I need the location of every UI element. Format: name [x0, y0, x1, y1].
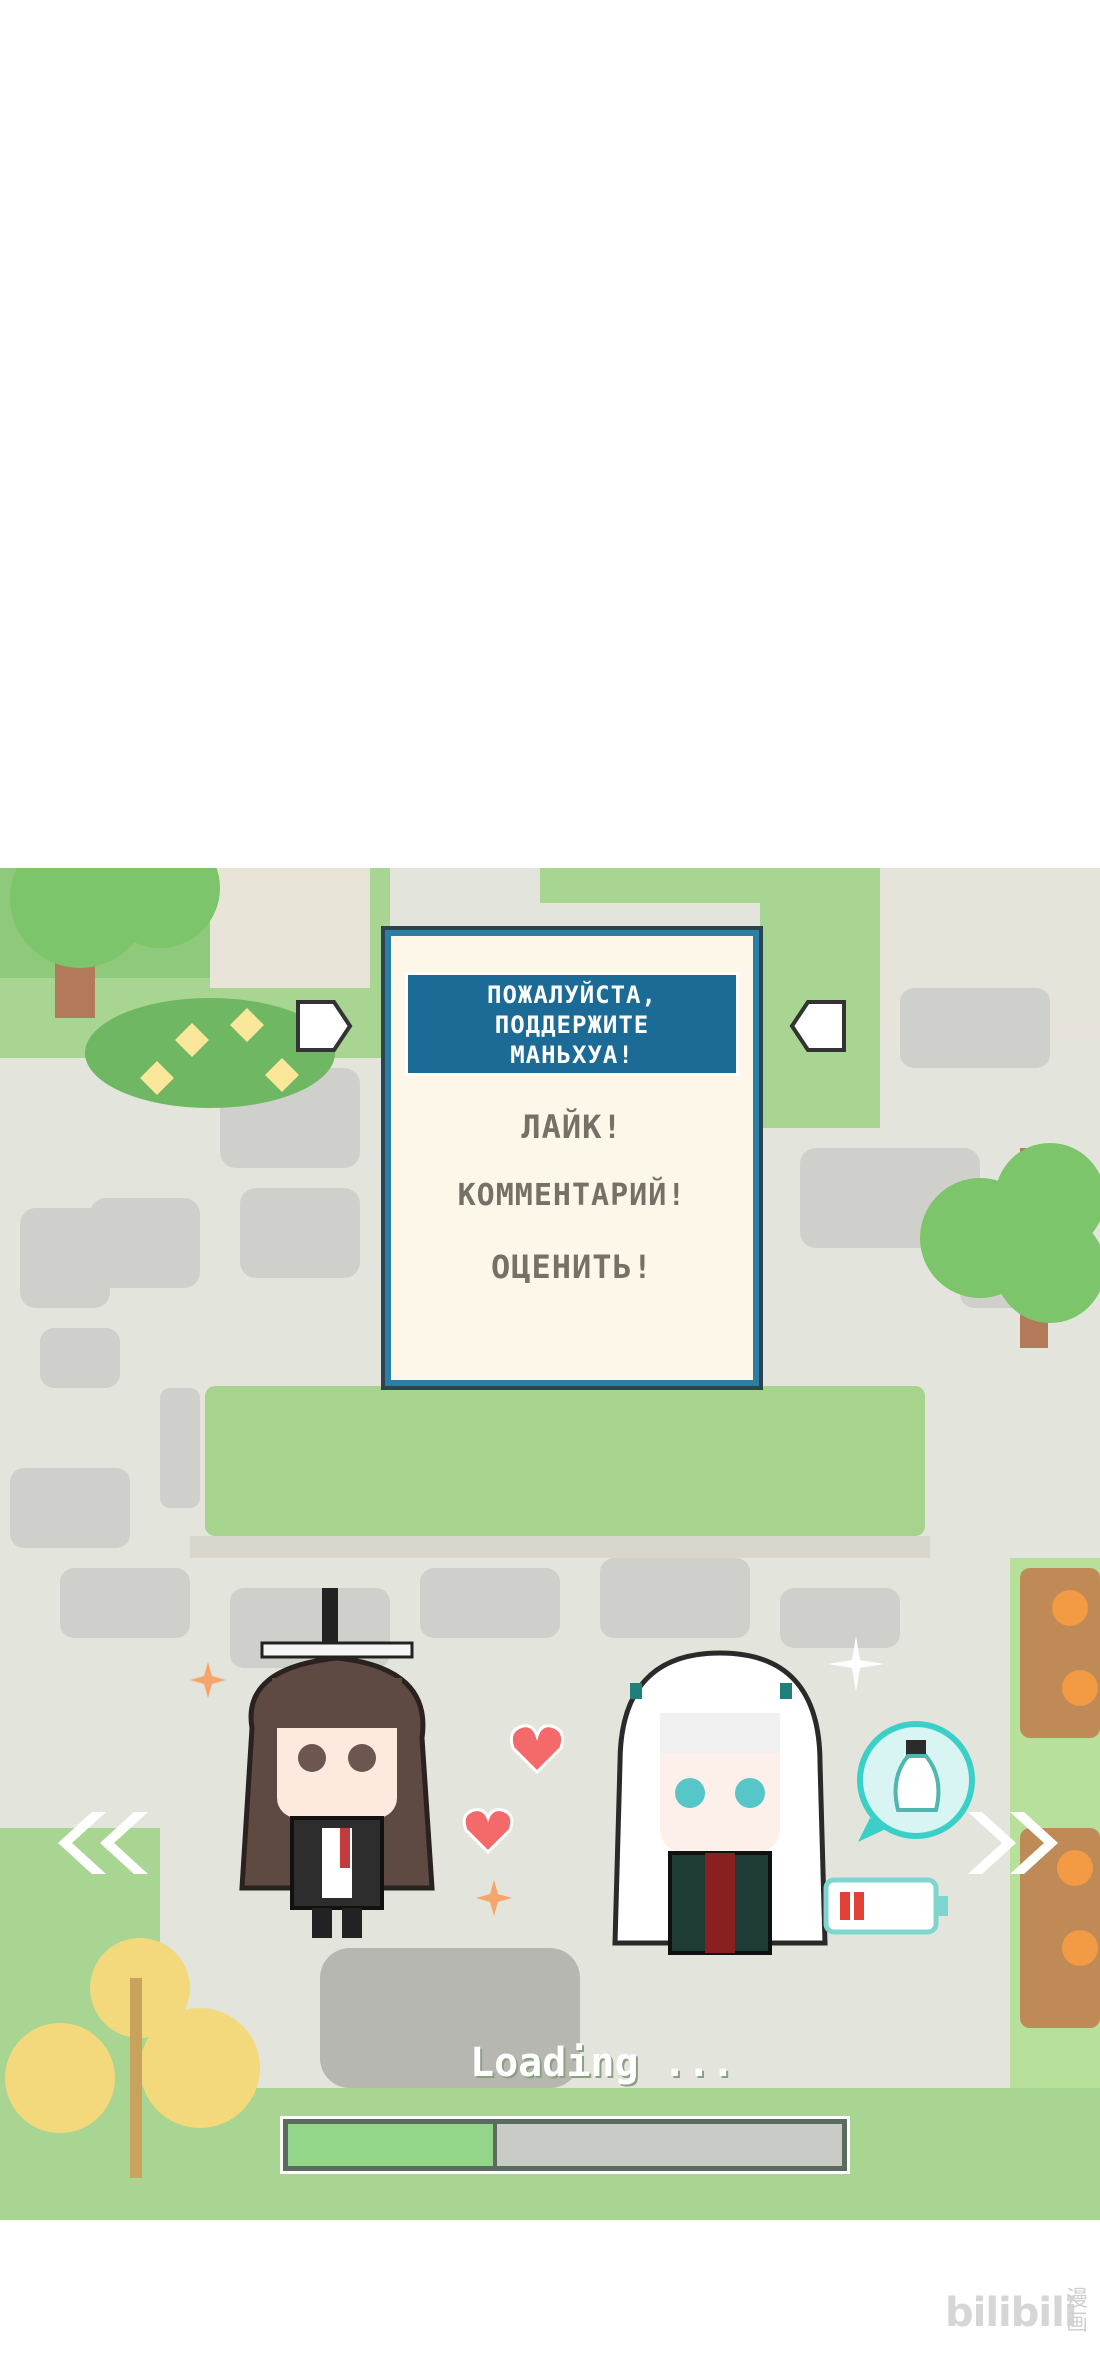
bilibili-logo: bilibili	[945, 2290, 1078, 2336]
sparkle-icon	[828, 1636, 884, 1692]
left-flag-sign	[296, 1000, 353, 1052]
sparkle-icon	[476, 1880, 512, 1916]
game-scene: ПОЖАЛУЙСТА, ПОДДЕРЖИТЕ МАНЬХУА! ЛАЙК! КО…	[0, 868, 1100, 2220]
progress-fill	[288, 2124, 497, 2166]
header-line: ПОЖАЛУЙСТА,	[487, 981, 657, 1009]
progress-track	[288, 2124, 842, 2166]
panel-header: ПОЖАЛУЙСТА, ПОДДЕРЖИТЕ МАНЬХУА!	[405, 972, 739, 1076]
double-chevron-left-icon[interactable]	[42, 1808, 152, 1878]
loading-label: Loading ...	[470, 2040, 735, 2086]
heart-icon	[462, 1808, 514, 1855]
header-line: МАНЬХУА!	[510, 1041, 634, 1069]
sparkle-icon	[190, 1662, 226, 1698]
low-battery-icon	[823, 1877, 948, 1935]
header-line: ПОДДЕРЖИТЕ	[494, 1011, 650, 1039]
bilibili-logo-sub: 漫画	[1066, 2287, 1089, 2336]
double-chevron-right-icon[interactable]	[964, 1808, 1074, 1878]
heart-icon	[509, 1724, 565, 1775]
support-panel: ПОЖАЛУЙСТА, ПОДДЕРЖИТЕ МАНЬХУА! ЛАЙК! КО…	[381, 926, 763, 1390]
like-option[interactable]: ЛАЙК!	[391, 1108, 753, 1146]
loading-progress-bar	[280, 2116, 850, 2174]
rate-option[interactable]: ОЦЕНИТЬ!	[391, 1248, 753, 1286]
bottle-speech-bubble-icon	[857, 1721, 975, 1842]
white-haired-character	[612, 1650, 828, 1955]
right-flag-sign	[789, 1000, 846, 1052]
comment-option[interactable]: КОММЕНТАРИЙ!	[391, 1178, 753, 1213]
dark-haired-character	[239, 1588, 435, 1938]
